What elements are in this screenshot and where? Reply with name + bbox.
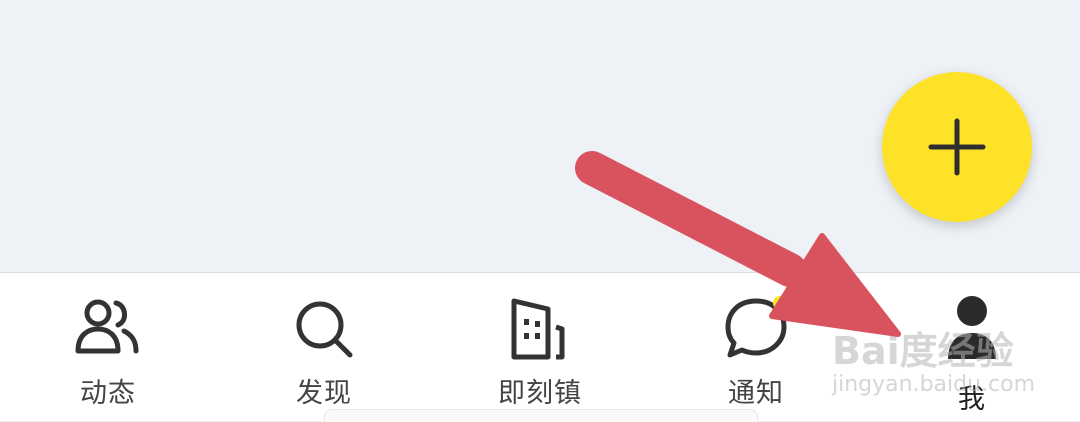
- building-icon: [511, 298, 565, 360]
- tab-feed[interactable]: 动态: [0, 273, 216, 421]
- tab-label-feed: 动态: [80, 378, 136, 409]
- chat-bubble-icon: [725, 296, 787, 358]
- people-icon: [75, 299, 139, 354]
- tab-label-discover: 发现: [296, 378, 352, 409]
- home-indicator: [324, 409, 758, 422]
- add-post-button[interactable]: [882, 72, 1032, 222]
- tab-discover[interactable]: 发现: [216, 273, 432, 421]
- watermark-sub: jingyan.baidu.com: [832, 372, 1036, 397]
- tab-label-town: 即刻镇: [498, 378, 582, 409]
- watermark-main: Bai度经验: [832, 329, 1014, 373]
- watermark: Bai度经验 jingyan.baidu.com: [832, 300, 1062, 400]
- tab-town[interactable]: 即刻镇: [432, 273, 648, 421]
- search-icon: [296, 301, 353, 358]
- plus-icon: [928, 118, 986, 176]
